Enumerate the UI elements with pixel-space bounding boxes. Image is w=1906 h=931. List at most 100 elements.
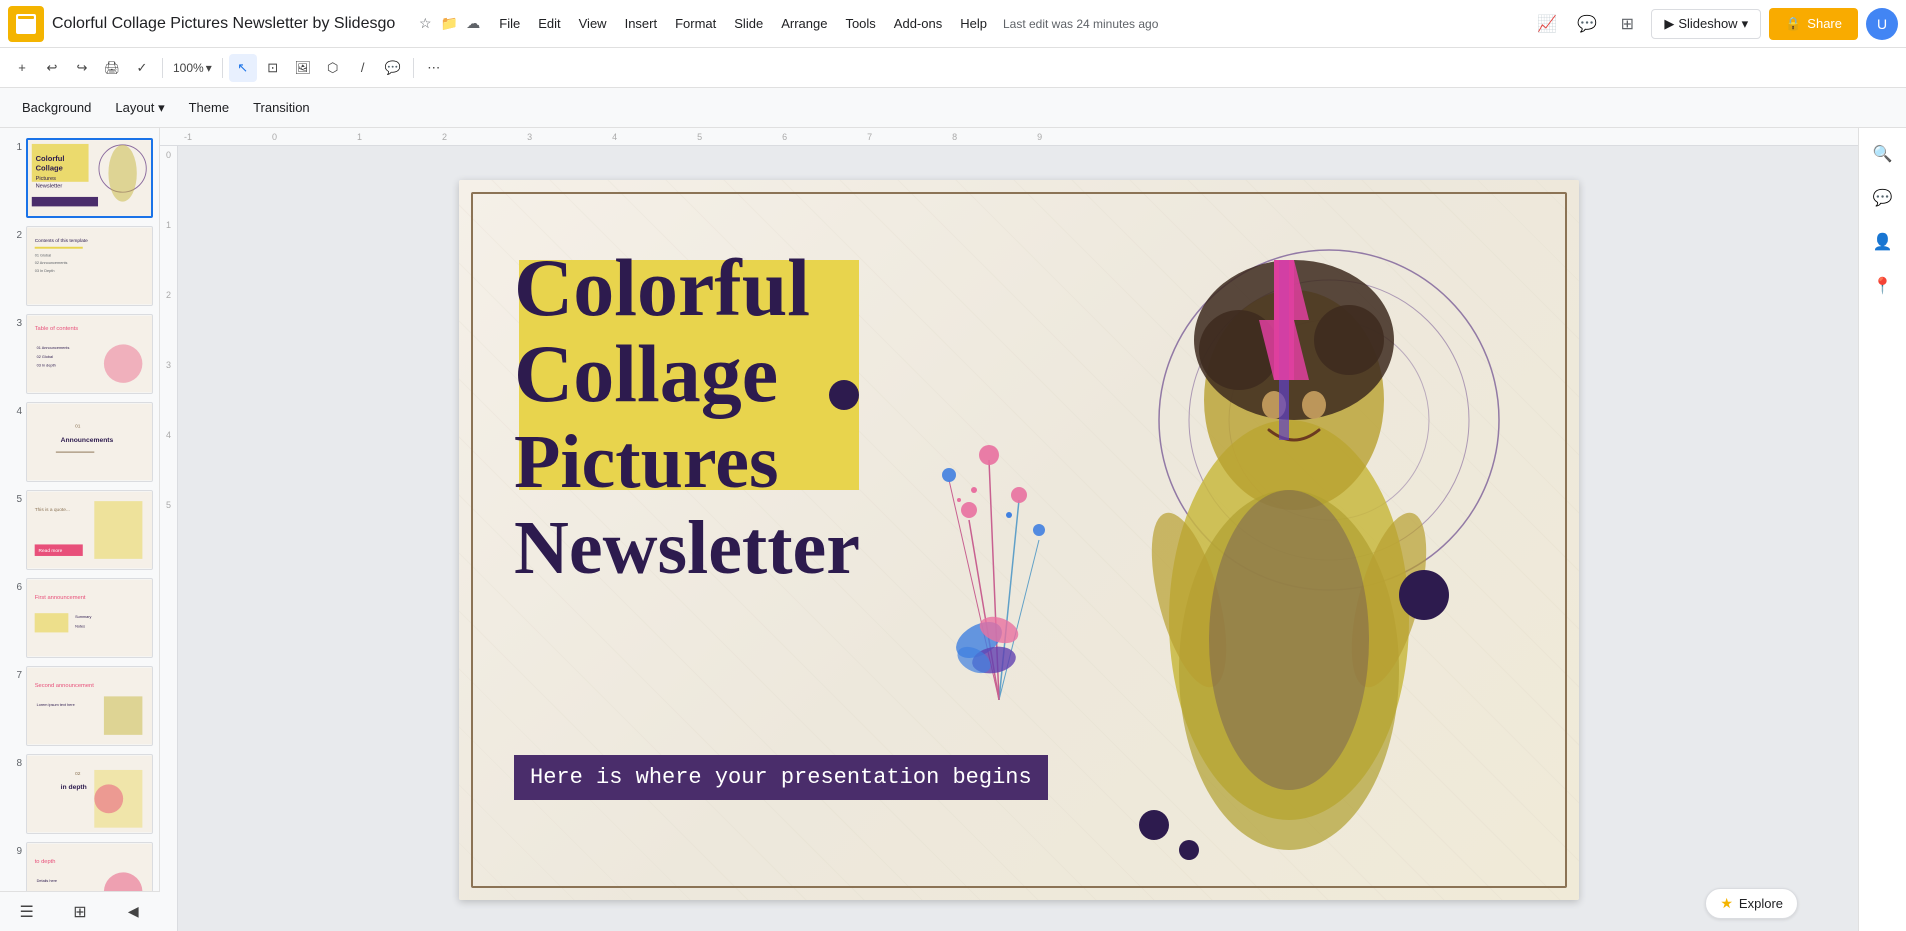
map-pin-right-icon[interactable]: 📍 — [1865, 268, 1901, 304]
explore-label: Explore — [1739, 896, 1783, 911]
slide-canvas[interactable]: Colorful Collage Pictures Newsletter Her… — [459, 180, 1579, 900]
share-label: Share — [1807, 16, 1842, 31]
slide-title: Colorful Collage Pictures Newsletter — [514, 245, 860, 589]
background-btn[interactable]: Background — [12, 96, 101, 119]
spellcheck-btn[interactable]: ✓ — [128, 54, 156, 82]
svg-text:Contents of this template: Contents of this template — [35, 238, 88, 244]
menu-edit[interactable]: Edit — [530, 12, 568, 35]
menu-view[interactable]: View — [571, 12, 615, 35]
svg-text:Details here: Details here — [37, 879, 57, 883]
slide-thumb-7[interactable]: 7 Second announcement Lorem ipsum text h… — [4, 664, 155, 748]
app-logo-inner — [16, 14, 36, 34]
svg-text:Table of contents: Table of contents — [35, 326, 79, 332]
ruler-left-mark: 3 — [166, 360, 171, 370]
cloud-icon[interactable]: ☁ — [463, 14, 483, 34]
slide-number-7: 7 — [6, 670, 22, 681]
menu-tools[interactable]: Tools — [837, 12, 883, 35]
menu-help[interactable]: Help — [952, 12, 995, 35]
user-avatar[interactable]: U — [1866, 8, 1898, 40]
svg-text:01 Global: 01 Global — [35, 253, 52, 257]
folder-icon[interactable]: 📁 — [439, 14, 459, 34]
slide-subtitle-text: Here is where your presentation begins — [530, 765, 1032, 790]
layout-btn[interactable]: Layout ▾ — [105, 96, 174, 120]
ruler-mark: 8 — [952, 132, 957, 142]
explore-button[interactable]: ★ Explore — [1705, 888, 1798, 919]
slide-title-line4: Newsletter — [514, 506, 860, 590]
slide-number-1: 1 — [6, 142, 22, 153]
search-right-icon[interactable]: 🔍 — [1865, 136, 1901, 172]
menu-file[interactable]: File — [491, 12, 528, 35]
slide-preview-1: Colorful Collage Pictures Newsletter — [26, 138, 153, 218]
slideshow-button[interactable]: ▶ Slideshow ▾ — [1651, 9, 1761, 39]
undo-btn[interactable]: ↩ — [38, 54, 66, 82]
shapes-btn[interactable]: ⬡ — [319, 54, 347, 82]
svg-text:Announcements: Announcements — [61, 437, 114, 444]
topbar-right: 📈 💬 ⊞ ▶ Slideshow ▾ 🔒 Share U — [1531, 8, 1898, 40]
ruler-mark: 2 — [442, 132, 447, 142]
ruler-left-mark: 4 — [166, 430, 171, 440]
menu-addons[interactable]: Add-ons — [886, 12, 950, 35]
redo-btn[interactable]: ↪ — [68, 54, 96, 82]
slide-number-4: 4 — [6, 406, 22, 417]
list-view-btn[interactable]: ☰ — [13, 898, 41, 926]
dot-decoration-4 — [1179, 840, 1199, 860]
zoom-control[interactable]: 100% ▾ — [169, 59, 216, 77]
present-options-icon[interactable]: ⊞ — [1611, 8, 1643, 40]
person-right-icon[interactable]: 👤 — [1865, 224, 1901, 260]
svg-text:03 In depth: 03 In depth — [37, 364, 56, 368]
document-title-area: Colorful Collage Pictures Newsletter by … — [52, 14, 395, 33]
collapse-sidebar-btn[interactable]: ◀ — [119, 898, 147, 926]
print-btn[interactable]: 🖨 — [98, 54, 126, 82]
theme-btn[interactable]: Theme — [179, 96, 239, 119]
line-btn[interactable]: / — [349, 54, 377, 82]
slide-thumb-6[interactable]: 6 First announcement Summary Notes — [4, 576, 155, 660]
slideshow-label: Slideshow — [1678, 16, 1737, 31]
slide-title-line2: Collage — [514, 328, 778, 419]
svg-text:Lorem ipsum text here: Lorem ipsum text here — [37, 703, 75, 707]
transition-btn[interactable]: Transition — [243, 96, 320, 119]
canvas-area: -1 0 1 2 3 4 5 6 7 8 9 0 1 2 3 4 5 — [160, 128, 1858, 931]
menu-insert[interactable]: Insert — [617, 12, 666, 35]
menu-slide[interactable]: Slide — [726, 12, 771, 35]
chat-right-icon[interactable]: 💬 — [1865, 180, 1901, 216]
document-title: Colorful Collage Pictures Newsletter by … — [52, 14, 395, 33]
more-tools-btn[interactable]: ⋯ — [420, 54, 448, 82]
slide-thumb-2[interactable]: 2 Contents of this template 01 Global 02… — [4, 224, 155, 308]
star-icon[interactable]: ☆ — [415, 14, 435, 34]
add-slide-btn[interactable]: + — [8, 54, 36, 82]
dot-decoration-2 — [1399, 570, 1449, 620]
text-box-btn[interactable]: ⊡ — [259, 54, 287, 82]
main-content: 1 Colorful Collage Pictures Newsletter 2 — [0, 128, 1906, 931]
svg-text:This is a quote...: This is a quote... — [35, 507, 70, 513]
svg-text:Summary: Summary — [75, 615, 91, 619]
slide-number-9: 9 — [6, 846, 22, 857]
slide-number-6: 6 — [6, 582, 22, 593]
slide-title-line1: Colorful — [514, 242, 810, 333]
slide-number-3: 3 — [6, 318, 22, 329]
comment-icon[interactable]: 💬 — [1571, 8, 1603, 40]
separator-1 — [162, 58, 163, 78]
share-button[interactable]: 🔒 Share — [1769, 8, 1858, 40]
analytics-icon[interactable]: 📈 — [1531, 8, 1563, 40]
ruler-top: -1 0 1 2 3 4 5 6 7 8 9 — [160, 128, 1858, 146]
svg-text:First announcement: First announcement — [35, 595, 86, 601]
right-panel: 🔍 💬 👤 📍 — [1858, 128, 1906, 931]
menu-format[interactable]: Format — [667, 12, 724, 35]
image-btn[interactable]: 🖼 — [289, 54, 317, 82]
explore-star-icon: ★ — [1720, 895, 1733, 912]
slideshow-dropdown-icon: ▾ — [1742, 16, 1749, 32]
svg-text:01 Announcements: 01 Announcements — [37, 346, 70, 350]
menu-arrange[interactable]: Arrange — [773, 12, 835, 35]
zoom-level: 100% — [173, 61, 204, 75]
select-tool-btn[interactable]: ↖ — [229, 54, 257, 82]
zoom-dropdown-icon: ▾ — [206, 61, 212, 75]
slide-thumb-4[interactable]: 4 01 Announcements — [4, 400, 155, 484]
slide-thumb-3[interactable]: 3 Table of contents 01 Announcements 02 … — [4, 312, 155, 396]
slide-preview-2: Contents of this template 01 Global 02 A… — [26, 226, 153, 306]
ruler-left-mark: 0 — [166, 150, 171, 160]
grid-view-btn[interactable]: ⊞ — [66, 898, 94, 926]
slide-thumb-1[interactable]: 1 Colorful Collage Pictures Newsletter — [4, 136, 155, 220]
comment-tb-btn[interactable]: 💬 — [379, 54, 407, 82]
slide-thumb-8[interactable]: 8 02 in depth — [4, 752, 155, 836]
slide-thumb-5[interactable]: 5 This is a quote... Read more — [4, 488, 155, 572]
